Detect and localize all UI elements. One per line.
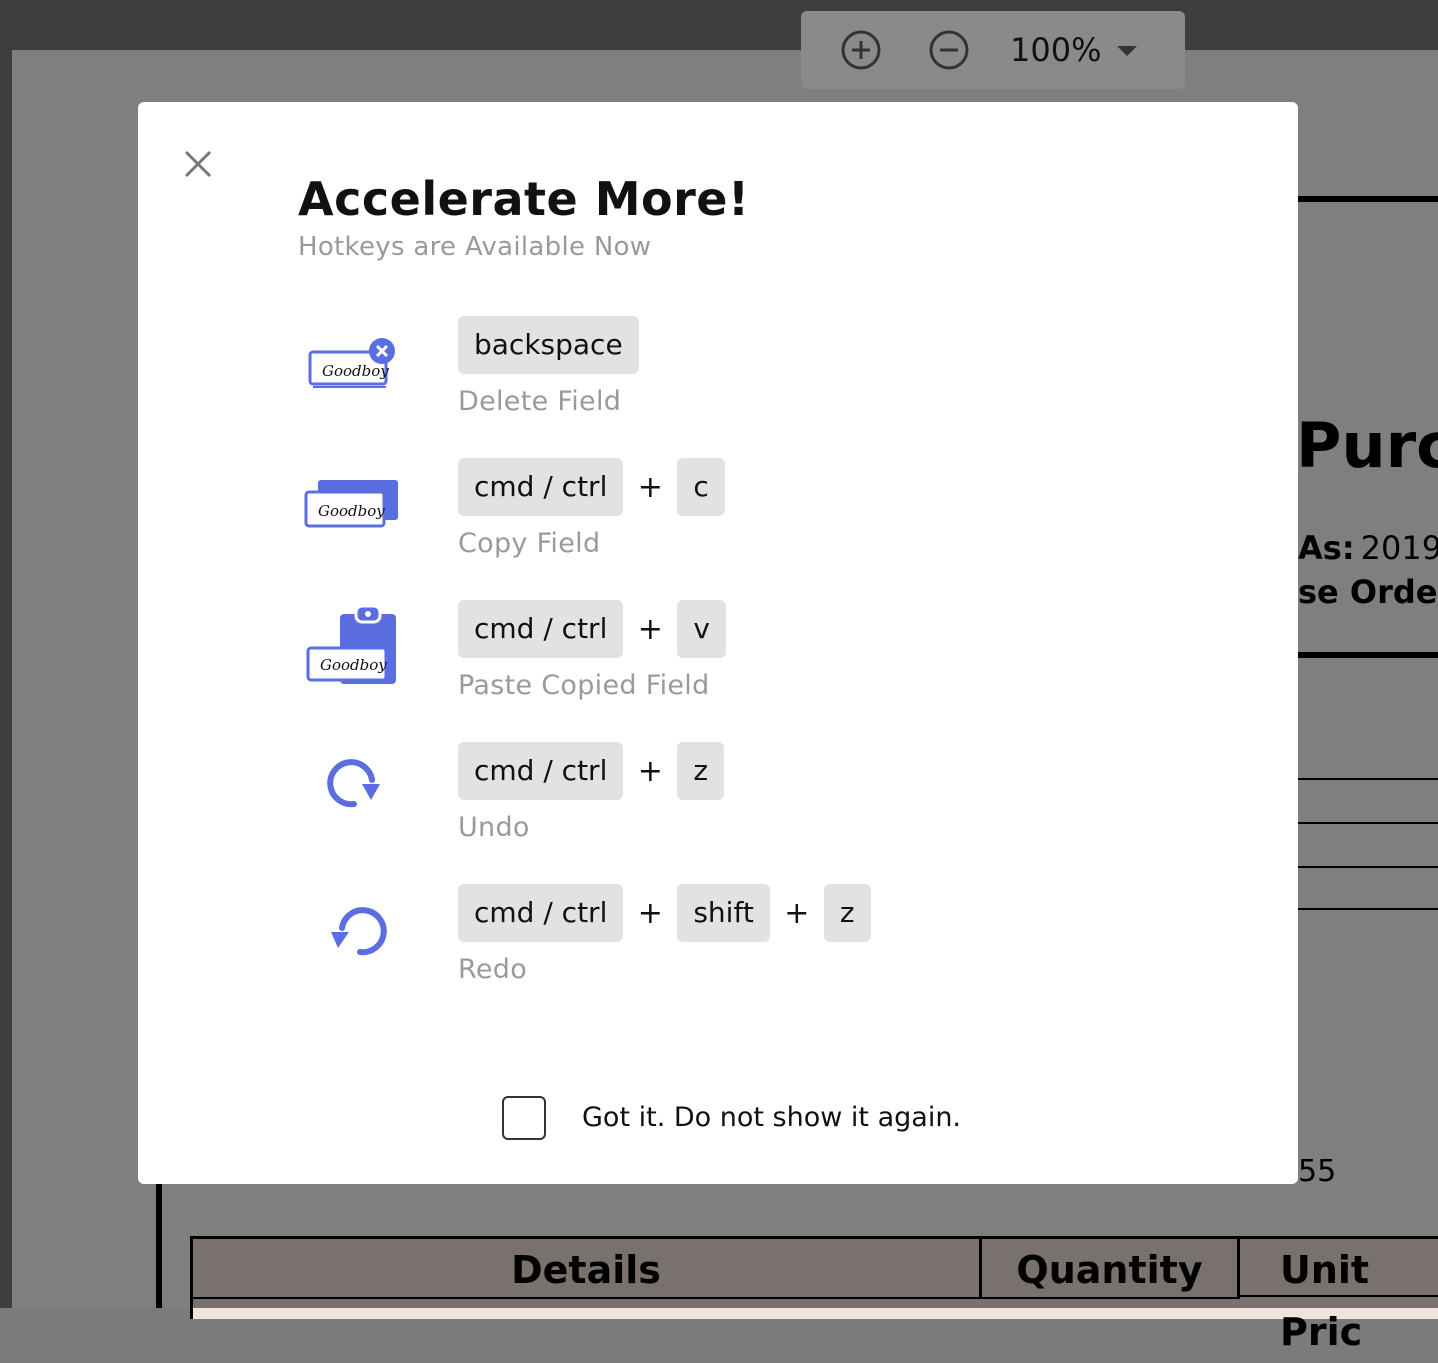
key-backspace: backspace — [458, 316, 639, 374]
key-v: v — [677, 600, 726, 658]
hotkey-description: Redo — [458, 954, 528, 985]
hotkey-keys: cmd / ctrl + z — [458, 742, 725, 800]
hotkey-keys: cmd / ctrl + v — [458, 600, 726, 658]
hotkeys-modal: Accelerate More! Hotkeys are Available N… — [138, 102, 1298, 1184]
zoom-level[interactable]: 100% — [1010, 29, 1101, 71]
hotkey-keys: cmd / ctrl + shift + z — [458, 884, 871, 942]
icon-signature-text: Goodboy — [320, 656, 387, 674]
zoom-in-icon[interactable] — [841, 30, 881, 70]
modal-subtitle: Hotkeys are Available Now — [298, 232, 652, 262]
undo-icon — [298, 742, 408, 852]
key-cmd-ctrl: cmd / ctrl — [458, 884, 624, 942]
key-plus: + — [637, 611, 663, 647]
dont-show-again-label[interactable]: Got it. Do not show it again. — [582, 1102, 961, 1133]
hotkey-row-paste: Goodboy cmd / ctrl + v Paste Copied Fiel… — [138, 600, 1298, 720]
key-plus: + — [637, 895, 663, 931]
hotkey-description: Copy Field — [458, 528, 601, 559]
hotkey-row-copy: Goodboy cmd / ctrl + c Copy Field — [138, 458, 1298, 578]
icon-signature-text: Goodboy — [322, 362, 389, 380]
key-z: z — [823, 884, 871, 942]
key-plus: + — [784, 895, 810, 931]
hotkey-keys: backspace — [458, 316, 639, 374]
hotkey-row-undo: cmd / ctrl + z Undo — [138, 742, 1298, 862]
key-cmd-ctrl: cmd / ctrl — [458, 742, 624, 800]
hotkey-row-delete: Goodboy backspace Delete Field — [138, 316, 1298, 436]
delete-field-icon: Goodboy — [298, 316, 408, 426]
paste-field-icon: Goodboy — [298, 600, 408, 710]
redo-icon — [298, 884, 408, 994]
key-cmd-ctrl: cmd / ctrl — [458, 600, 624, 658]
key-plus: + — [637, 469, 663, 505]
close-icon[interactable] — [180, 146, 216, 182]
dont-show-again-checkbox[interactable] — [502, 1096, 546, 1140]
hotkey-description: Undo — [458, 812, 530, 843]
copy-field-icon: Goodboy — [298, 458, 408, 568]
zoom-toolbar: 100% — [801, 11, 1185, 89]
icon-signature-text: Goodboy — [318, 502, 385, 520]
key-c: c — [677, 458, 725, 516]
hotkey-row-redo: cmd / ctrl + shift + z Redo — [138, 884, 1298, 1004]
hotkey-description: Paste Copied Field — [458, 670, 710, 701]
hotkey-keys: cmd / ctrl + c — [458, 458, 725, 516]
key-z: z — [677, 742, 725, 800]
modal-title: Accelerate More! — [298, 172, 750, 226]
hotkey-description: Delete Field — [458, 386, 622, 417]
zoom-out-icon[interactable] — [929, 30, 969, 70]
key-plus: + — [637, 753, 663, 789]
key-shift: shift — [677, 884, 770, 942]
zoom-dropdown-caret-icon[interactable] — [1117, 46, 1137, 56]
key-cmd-ctrl: cmd / ctrl — [458, 458, 624, 516]
